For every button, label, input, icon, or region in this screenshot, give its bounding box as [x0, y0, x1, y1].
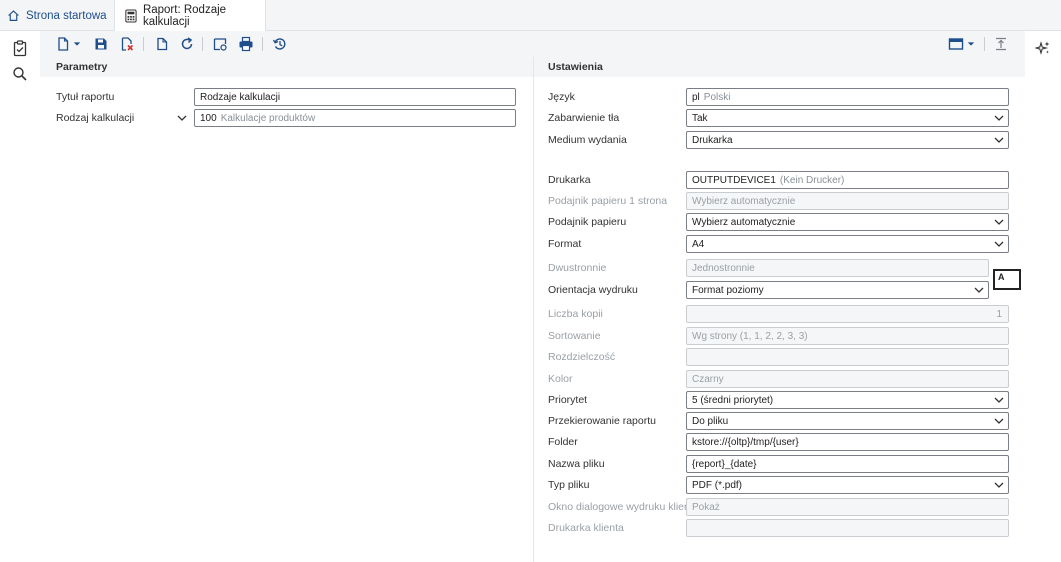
orientation-preview: A: [993, 269, 1021, 290]
medium-select[interactable]: Drukarka: [686, 131, 1009, 149]
orientation-select[interactable]: Format poziomy: [686, 281, 989, 299]
tray1-label: Podajnik papieru 1 strona: [548, 195, 668, 207]
save-icon[interactable]: [91, 34, 111, 54]
color-label: Kolor: [548, 373, 573, 385]
sparkle-icon[interactable]: [1033, 40, 1051, 56]
parameters-panel: [40, 77, 533, 562]
chevron-down-icon: [994, 482, 1004, 488]
format-select[interactable]: A4: [686, 235, 1009, 253]
calc-type-input[interactable]: 100 Kalkulacje produktów: [194, 109, 516, 127]
duplex-input: Jednostronnie: [686, 259, 989, 277]
delete-document-icon[interactable]: [117, 34, 137, 54]
color-input: Czarny: [686, 370, 1009, 388]
chevron-down-icon: [994, 137, 1004, 143]
settings-header: Ustawienia: [534, 57, 1025, 77]
orientation-label: Orientacja wydruku: [548, 284, 638, 296]
copies-input: 1: [686, 305, 1009, 323]
report-title-input[interactable]: Rodzaje kalkulacji: [194, 88, 516, 106]
priority-label: Priorytet: [548, 394, 588, 406]
toolbar-separator: [202, 37, 203, 51]
home-icon: [8, 10, 19, 21]
parameters-title: Parametry: [56, 61, 108, 73]
chevron-down-icon: [994, 219, 1004, 225]
assistant-sidebar: [1025, 31, 1061, 562]
tab-report-label: Raport: Rodzaje kalkulacji: [142, 4, 227, 28]
sorting-label: Sortowanie: [548, 330, 601, 342]
redirect-label: Przekierowanie raportu: [548, 415, 656, 427]
parameters-header: Parametry: [40, 57, 533, 77]
sorting-input: Wg strony (1, 1, 2, 2, 3, 3): [686, 327, 1009, 345]
calc-type-label: Rodzaj kalkulacji: [56, 112, 135, 124]
chevron-down-icon: [994, 418, 1004, 424]
tab-home[interactable]: Strona startowa: [7, 0, 107, 31]
clipboard-check-icon[interactable]: [12, 40, 28, 57]
report-title-label: Tytuł raportu: [56, 91, 115, 103]
printer-input[interactable]: OUTPUTDEVICE1 (Kein Drucker): [686, 171, 1009, 189]
medium-label: Medium wydania: [548, 134, 627, 146]
duplicate-icon[interactable]: [152, 34, 172, 54]
client-dialog-label: Okno dialogowe wydruku klien...: [548, 501, 699, 513]
refresh-icon[interactable]: [177, 34, 197, 54]
chevron-down-icon: [994, 115, 1004, 121]
preview-icon[interactable]: [210, 34, 230, 54]
new-dropdown-icon[interactable]: [71, 34, 83, 54]
collapse-top-icon[interactable]: [991, 34, 1011, 54]
chevron-down-icon: [974, 287, 984, 293]
priority-select[interactable]: 5 (średni priorytet): [686, 391, 1009, 409]
printer-label: Drukarka: [548, 174, 591, 186]
tray-select[interactable]: Wybierz automatycznie: [686, 213, 1009, 231]
filename-label: Nazwa pliku: [548, 458, 605, 470]
search-icon[interactable]: [12, 66, 28, 82]
language-input[interactable]: pl Polski: [686, 88, 1009, 106]
client-printer-input: [686, 519, 1009, 537]
tray-label: Podajnik papieru: [548, 216, 627, 228]
client-printer-label: Drukarka klienta: [548, 522, 624, 534]
filename-input[interactable]: {report}_{date}: [686, 455, 1009, 473]
calc-type-expand-icon[interactable]: [177, 113, 187, 123]
window-layout-icon[interactable]: [946, 34, 966, 54]
copies-label: Liczba kopii: [548, 308, 603, 320]
format-label: Format: [548, 238, 582, 250]
toolbar-separator: [984, 37, 985, 51]
resolution-input: [686, 348, 1009, 366]
toolbar-separator: [143, 37, 144, 51]
redirect-select[interactable]: Do pliku: [686, 412, 1009, 430]
duplex-label: Dwustronnie: [548, 262, 607, 274]
history-icon[interactable]: [270, 34, 290, 54]
new-document-icon[interactable]: [53, 34, 73, 54]
chevron-down-icon: [994, 241, 1004, 247]
client-dialog-input: Pokaż: [686, 498, 1009, 516]
print-icon[interactable]: [236, 34, 256, 54]
left-rail: [0, 31, 40, 562]
background-select[interactable]: Tak: [686, 109, 1009, 127]
tray1-input: Wybierz automatycznie: [686, 192, 1009, 210]
background-label: Zabarwienie tła: [548, 112, 620, 124]
filetype-label: Typ pliku: [548, 479, 590, 491]
calculator-icon: [125, 9, 137, 23]
layout-dropdown-icon[interactable]: [965, 34, 977, 54]
folder-label: Folder: [548, 436, 578, 448]
tab-report[interactable]: Raport: Rodzaje kalkulacji: [114, 0, 266, 32]
folder-input[interactable]: kstore://{oltp}/tmp/{user}: [686, 433, 1009, 451]
language-label: Język: [548, 91, 575, 103]
chevron-down-icon: [994, 397, 1004, 403]
filetype-select[interactable]: PDF (*.pdf): [686, 476, 1009, 494]
tab-home-label: Strona startowa: [26, 9, 107, 22]
toolbar-separator: [262, 37, 263, 51]
resolution-label: Rozdzielczość: [548, 351, 616, 363]
settings-title: Ustawienia: [548, 61, 603, 73]
